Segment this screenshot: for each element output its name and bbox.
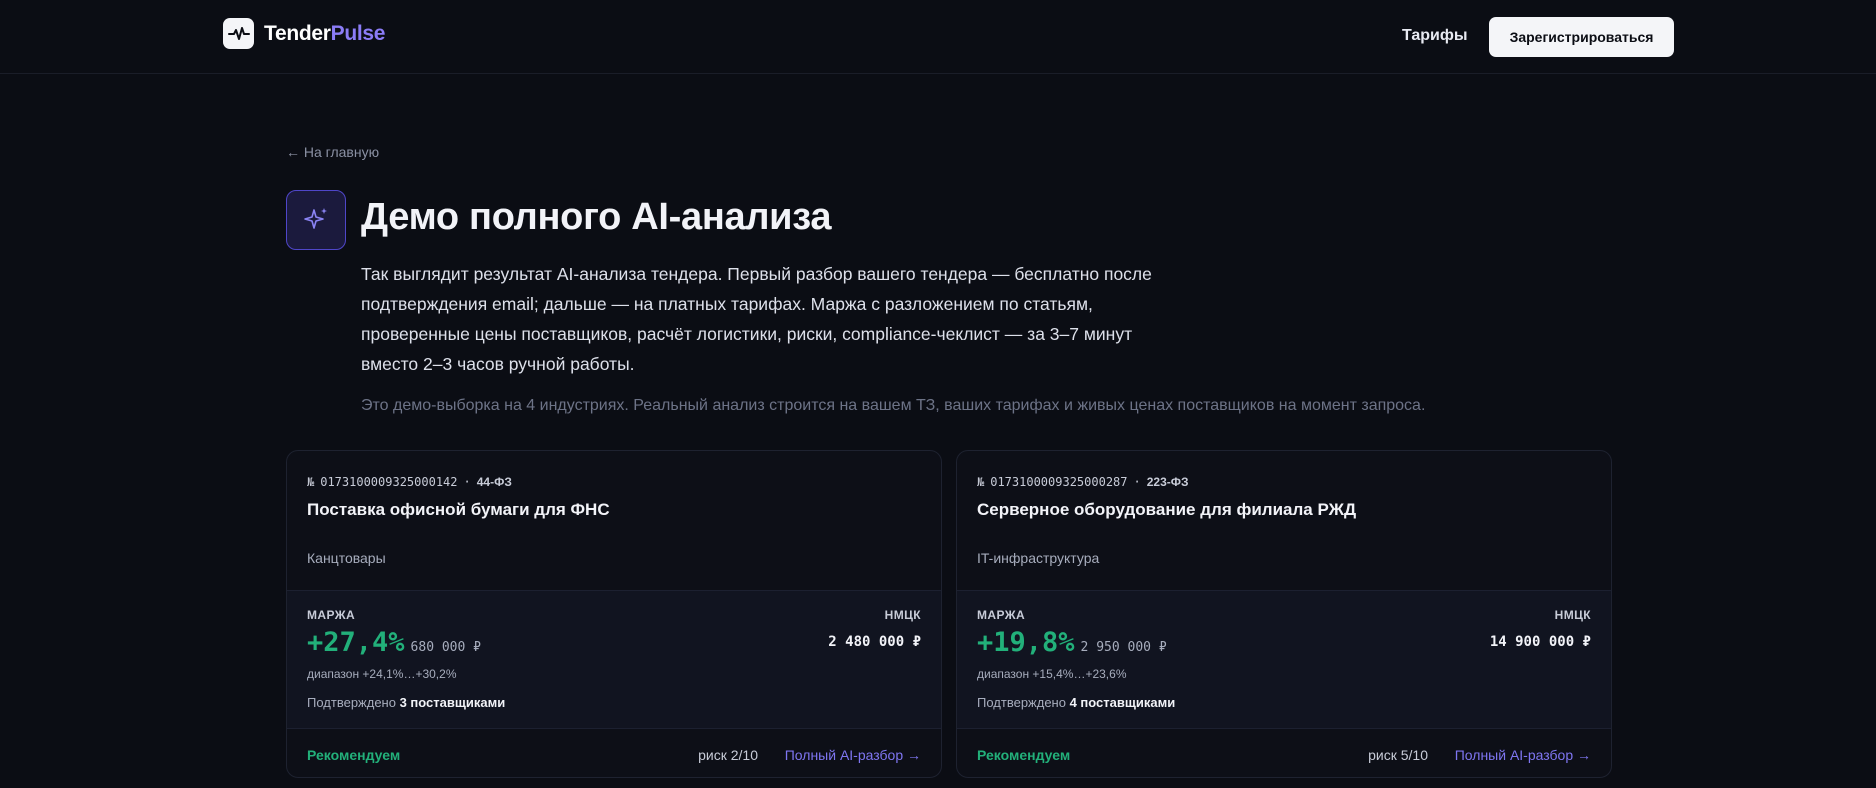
- margin-range: диапазон +24,1%…+30,2%: [307, 667, 457, 681]
- number-prefix: №: [307, 475, 315, 489]
- card-metrics: МАРЖА НМЦК +27,4% 680 000 ₽ 2 480 000 ₽ …: [287, 590, 941, 729]
- nmck-label: НМЦК: [884, 608, 921, 622]
- lead-line: подтверждения email; дальше — на платных…: [361, 294, 1093, 314]
- card-metrics: МАРЖА НМЦК +19,8% 2 950 000 ₽ 14 900 000…: [957, 590, 1611, 729]
- brand-name-part1: Tender: [264, 21, 331, 45]
- confirmed-count: 3 поставщиками: [399, 695, 506, 710]
- tender-number: 0173100009325000142: [320, 475, 458, 489]
- margin-amount: 680 000 ₽: [410, 640, 481, 655]
- nmck-label: НМЦК: [1554, 608, 1591, 622]
- risk-score: риск 2/10: [698, 747, 758, 763]
- risk-score: риск 5/10: [1368, 747, 1428, 763]
- sparkles-icon: [286, 190, 346, 250]
- tender-number: 0173100009325000287: [990, 475, 1128, 489]
- margin-percent: +19,8%: [977, 627, 1075, 658]
- tender-category: Канцтовары: [307, 550, 386, 566]
- tender-card[interactable]: № 0173100009325000287 · 223-ФЗ Серверное…: [956, 450, 1612, 778]
- card-footer: Рекомендуем риск 5/10 Полный AI-разбор →: [957, 729, 1611, 777]
- demo-note: Это демо-выборка на 4 индустриях. Реальн…: [361, 397, 1426, 414]
- tender-card[interactable]: № 0173100009325000142 · 44-ФЗ Поставка о…: [286, 450, 942, 778]
- margin-range: диапазон +15,4%…+23,6%: [977, 667, 1127, 681]
- full-analysis-link[interactable]: Полный AI-разбор →: [785, 747, 921, 763]
- full-analysis-link[interactable]: Полный AI-разбор →: [1455, 747, 1591, 763]
- tender-title: Серверное оборудование для филиала РЖД: [977, 500, 1357, 519]
- lead-paragraph: Так выглядит результат AI-анализа тендер…: [361, 259, 1221, 379]
- nmck-value: 14 900 000 ₽: [1489, 634, 1591, 650]
- card-header: № 0173100009325000142 · 44-ФЗ Поставка о…: [287, 451, 941, 590]
- nav-pricing-link[interactable]: Тарифы: [1402, 27, 1468, 45]
- meta-separator: ·: [463, 475, 471, 489]
- page-title: Демо полного AI-анализа: [361, 196, 832, 238]
- tender-meta: № 0173100009325000142 · 44-ФЗ: [307, 475, 512, 489]
- card-footer: Рекомендуем риск 2/10 Полный AI-разбор →: [287, 729, 941, 777]
- margin-value-row: +19,8% 2 950 000 ₽: [977, 627, 1167, 658]
- supplier-confirmation: Подтверждено 4 поставщиками: [977, 695, 1175, 710]
- lead-line: Так выглядит результат AI-анализа тендер…: [361, 264, 1152, 284]
- margin-value-row: +27,4% 680 000 ₽: [307, 627, 481, 658]
- lead-line: вместо 2–3 часов ручной работы.: [361, 354, 635, 374]
- law-badge: 223-ФЗ: [1146, 475, 1189, 489]
- number-prefix: №: [977, 475, 985, 489]
- supplier-confirmation: Подтверждено 3 поставщиками: [307, 695, 505, 710]
- margin-label: МАРЖА: [307, 608, 356, 622]
- law-badge: 44-ФЗ: [476, 475, 512, 489]
- meta-separator: ·: [1133, 475, 1141, 489]
- brand-name: TenderPulse: [264, 22, 385, 46]
- tender-category: IT-инфраструктура: [977, 550, 1100, 566]
- lead-line: проверенные цены поставщиков, расчёт лог…: [361, 324, 1133, 344]
- tender-meta: № 0173100009325000287 · 223-ФЗ: [977, 475, 1189, 489]
- recommend-badge: Рекомендуем: [307, 747, 401, 763]
- margin-percent: +27,4%: [307, 627, 405, 658]
- margin-label: МАРЖА: [977, 608, 1026, 622]
- brand-logo[interactable]: TenderPulse: [223, 18, 385, 49]
- confirmed-text: Подтверждено: [977, 695, 1066, 710]
- recommend-badge: Рекомендуем: [977, 747, 1071, 763]
- signup-button[interactable]: Зарегистрироваться: [1489, 17, 1674, 57]
- nmck-value: 2 480 000 ₽: [828, 634, 921, 650]
- confirmed-text: Подтверждено: [307, 695, 396, 710]
- brand-name-part2: Pulse: [330, 21, 386, 45]
- tender-title: Поставка офисной бумаги для ФНС: [307, 500, 610, 519]
- back-home-link[interactable]: ← На главную: [286, 144, 379, 160]
- confirmed-count: 4 поставщиками: [1069, 695, 1176, 710]
- pulse-icon: [223, 18, 254, 49]
- margin-amount: 2 950 000 ₽: [1080, 640, 1167, 655]
- card-header: № 0173100009325000287 · 223-ФЗ Серверное…: [957, 451, 1611, 590]
- top-header: TenderPulse Тарифы Зарегистрироваться: [0, 0, 1876, 74]
